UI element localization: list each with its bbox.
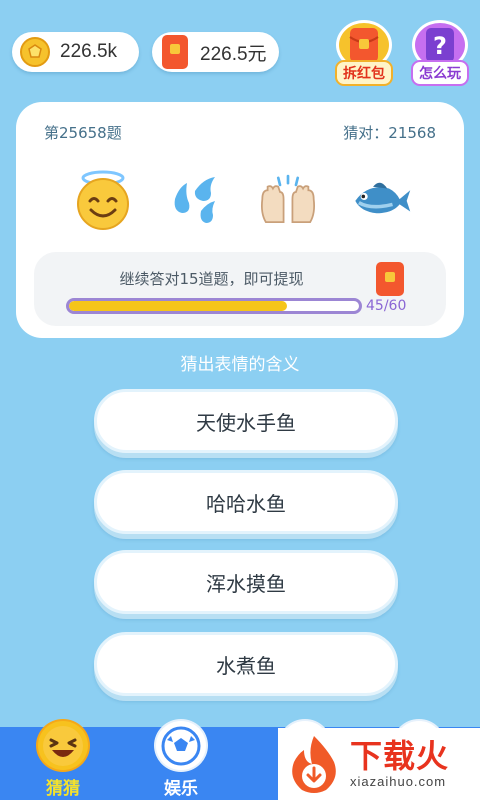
question-prompt: 猜出表情的含义 xyxy=(180,355,300,375)
watermark-sub: xiazaihuo.com xyxy=(350,774,447,789)
cash-amount: 226.5元 xyxy=(200,43,267,65)
progress-bar xyxy=(66,298,362,314)
red-envelope-icon xyxy=(162,35,188,69)
nav-tab-guess-label: 猜猜 xyxy=(46,779,80,799)
coin-amount: 226.5k xyxy=(60,41,118,62)
how-to-play-button[interactable]: ? 怎么玩 xyxy=(410,20,470,86)
svg-text:?: ? xyxy=(433,32,447,60)
sweat-droplets-emoji-icon xyxy=(165,169,227,231)
fish-emoji-icon xyxy=(350,169,412,231)
coin-balance[interactable]: 226.5k xyxy=(12,32,139,72)
how-to-play-label: 怎么玩 xyxy=(411,60,469,86)
watermark-text: 下载火 xiazaihuo.com xyxy=(350,738,449,790)
emoji-clue-row xyxy=(72,164,412,236)
answer-option-3[interactable]: 浑水摸鱼 xyxy=(94,550,398,614)
nav-tab-entertainment[interactable]: 娱乐 xyxy=(146,719,216,799)
question-card: 第25658题 猜对：21568 继续答对15道题，即可提现 45/60 xyxy=(16,102,464,338)
withdraw-red-envelope-icon[interactable] xyxy=(376,262,404,296)
progress-panel: 继续答对15道题，即可提现 45/60 xyxy=(34,252,446,326)
raising-hands-emoji-icon xyxy=(257,169,319,231)
progress-hint: 继续答对15道题，即可提现 xyxy=(119,270,304,288)
watermark: 下载火 xiazaihuo.com xyxy=(278,728,480,800)
answer-option-1[interactable]: 天使水手鱼 xyxy=(94,389,398,453)
soccer-ball-icon xyxy=(154,719,208,772)
flame-logo-icon xyxy=(292,736,336,793)
answer-option-4[interactable]: 水煮鱼 xyxy=(94,632,398,696)
cash-balance[interactable]: 226.5元 xyxy=(152,32,279,72)
open-red-packet-button[interactable]: 拆红包 xyxy=(334,20,394,86)
nav-tab-entertainment-label: 娱乐 xyxy=(164,779,198,799)
halo-smile-emoji-icon xyxy=(72,169,134,231)
progress-bar-fill xyxy=(69,301,287,311)
nav-tab-guess[interactable]: 猜猜 xyxy=(28,719,98,799)
progress-count: 45/60 xyxy=(366,298,407,314)
watermark-main: 下载火 xyxy=(350,737,450,775)
answer-option-2[interactable]: 哈哈水鱼 xyxy=(94,470,398,534)
laughing-face-icon xyxy=(36,719,90,772)
red-packet-label: 拆红包 xyxy=(335,60,393,86)
coin-icon xyxy=(20,37,50,67)
correct-count: 猜对：21568 xyxy=(343,124,436,142)
question-number: 第25658题 xyxy=(44,124,122,142)
